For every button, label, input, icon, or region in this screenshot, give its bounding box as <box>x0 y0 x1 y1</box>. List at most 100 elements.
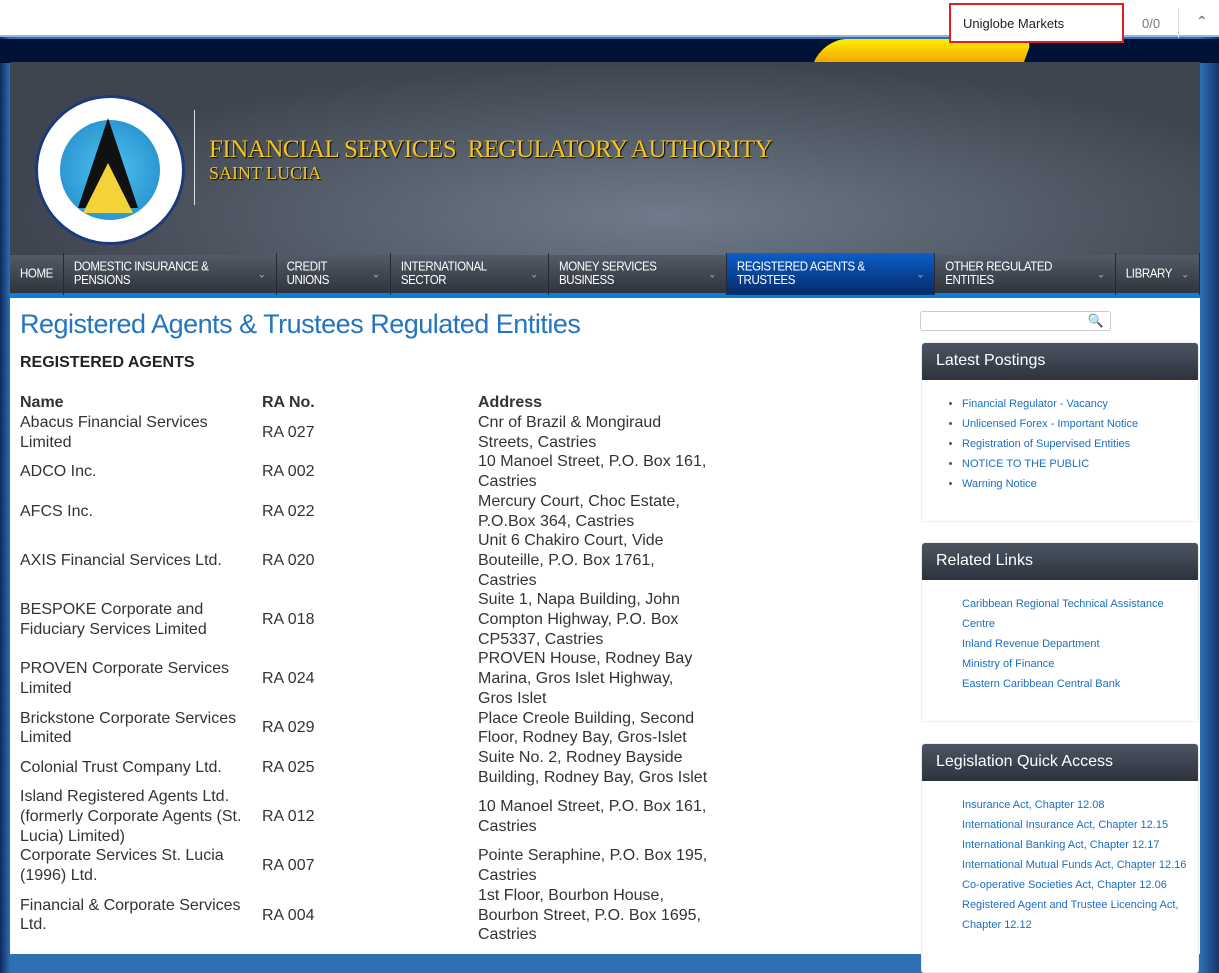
nav-home[interactable]: HOME <box>10 253 64 295</box>
agents-table: Name RA No. Address Abacus Financial Ser… <box>20 393 710 945</box>
sidebar-link[interactable]: International Insurance Act, Chapter 12.… <box>962 819 1168 831</box>
list-item: Registration of Supervised Entities <box>962 434 1198 454</box>
table-row: Colonial Trust Company Ltd. RA 025 Suite N… <box>20 748 710 787</box>
name-cell: Colonial Trust Company Ltd. <box>20 758 222 776</box>
nav-credit-unions[interactable]: CREDIT UNIONS ⌄ <box>277 253 391 295</box>
nav-other-regulated[interactable]: OTHER REGULATED ENTITIES ⌄ <box>935 253 1116 295</box>
nav-label: HOME <box>20 267 53 281</box>
name-cell: Brickstone Corporate Services Limited <box>20 709 237 747</box>
ra-number-cell: RA 029 <box>262 719 315 737</box>
name-cell: AXIS Financial Services Ltd. <box>20 551 222 569</box>
list-item: Caribbean Regional Technical Assistance … <box>962 594 1198 634</box>
divider <box>1178 8 1179 38</box>
nav-international-sector[interactable]: INTERNATIONAL SECTOR ⌄ <box>391 253 550 295</box>
list-item: International Mutual Funds Act, Chapter … <box>962 855 1198 875</box>
sidebar-link[interactable]: International Mutual Funds Act, Chapter … <box>962 859 1186 871</box>
address-cell: Cnr of Brazil & Mongiraud Streets, Castr… <box>478 414 662 451</box>
ra-number-cell: RA 020 <box>262 551 315 569</box>
name-cell: Corporate Services St. Lucia (1996) Ltd. <box>20 847 224 885</box>
name-cell: ADCO Inc. <box>20 463 97 481</box>
search-input[interactable]: 🔍 <box>920 311 1111 331</box>
nav-money-services[interactable]: MONEY SERVICES BUSINESS ⌄ <box>549 253 727 295</box>
name-cell: AFCS Inc. <box>20 502 93 520</box>
name-cell: Island Registered Agents Ltd. (formerly … <box>20 788 242 845</box>
address-cell: PROVEN House, Rodney Bay Marina, Gros Is… <box>478 650 693 707</box>
table-row: ADCO Inc. RA 002 10 Manoel Street, P.O. Bo… <box>20 452 710 491</box>
fsra-logo[interactable] <box>35 95 185 245</box>
main-content: Registered Agents & Trustees Regulated E… <box>10 298 1200 973</box>
panel-title: Legislation Quick Access <box>922 744 1198 781</box>
list-item: Insurance Act, Chapter 12.08 <box>962 795 1198 815</box>
section-heading: REGISTERED AGENTS <box>20 354 195 371</box>
table-row: Financial & Corporate Services Ltd. RA 00… <box>20 886 710 945</box>
chevron-down-icon: ⌄ <box>530 267 539 281</box>
page-title: Registered Agents & Trustees Regulated E… <box>20 309 581 339</box>
list-item: Ministry of Finance <box>962 654 1198 674</box>
list-item: Eastern Caribbean Central Bank <box>962 674 1198 694</box>
chevron-up-icon[interactable]: ⌃ <box>1196 13 1208 30</box>
main-nav: HOME DOMESTIC INSURANCE & PENSIONS ⌄ CRED… <box>10 253 1200 298</box>
sidebar-link[interactable]: Ministry of Finance <box>962 658 1054 670</box>
nav-label: REGISTERED AGENTS & TRUSTEES <box>736 260 865 288</box>
name-cell: Financial & Corporate Services Ltd. <box>20 896 241 934</box>
sidebar-link[interactable]: Registered Agent and Trustee Licencing A… <box>962 899 1178 931</box>
table-row: AFCS Inc. RA 022 Mercury Court, Choc Estat… <box>20 492 710 531</box>
address-cell: Suite 1, Napa Building, John Compton Hig… <box>478 591 680 648</box>
find-match-count: 0/0 <box>1142 16 1161 31</box>
chevron-down-icon: ⌄ <box>257 267 266 281</box>
nav-label: INTERNATIONAL SECTOR <box>400 260 487 288</box>
nav-domestic-insurance[interactable]: DOMESTIC INSURANCE & PENSIONS ⌄ <box>64 253 277 295</box>
ra-number-cell: RA 007 <box>262 857 315 875</box>
sidebar-link[interactable]: Unlicensed Forex - Important Notice <box>962 418 1138 430</box>
chevron-down-icon: ⌄ <box>707 267 716 281</box>
table-row: Brickstone Corporate Services Limited RA … <box>20 709 710 748</box>
nav-label: MONEY SERVICES BUSINESS <box>559 260 657 288</box>
ra-number-cell: RA 002 <box>262 463 315 481</box>
table-row: BESPOKE Corporate and Fiduciary Services… <box>20 590 710 649</box>
sidebar-link[interactable]: Co-operative Societies Act, Chapter 12.0… <box>962 879 1167 891</box>
list-item: Co-operative Societies Act, Chapter 12.0… <box>962 875 1198 895</box>
table-row: AXIS Financial Services Ltd. RA 020 Unit 6… <box>20 531 710 590</box>
address-cell: Suite No. 2, Rodney Bayside Building, Ro… <box>478 748 708 786</box>
find-input[interactable]: Uniglobe Markets <box>949 3 1124 43</box>
nav-label: OTHER REGULATED ENTITIES <box>945 260 1053 288</box>
list-item: Financial Regulator - Vacancy <box>962 394 1198 414</box>
chevron-down-icon: ⌄ <box>916 267 925 281</box>
sidebar-link[interactable]: Warning Notice <box>962 478 1037 490</box>
sidebar-link[interactable]: Caribbean Regional Technical Assistance … <box>962 598 1164 630</box>
legislation-panel: Legislation Quick Access Insurance Act, … <box>921 743 1199 973</box>
chevron-down-icon: ⌄ <box>371 267 380 281</box>
nav-library[interactable]: LIBRARY ⌄ <box>1116 253 1200 295</box>
list-item: International Insurance Act, Chapter 12.… <box>962 815 1198 835</box>
nav-registered-agents[interactable]: REGISTERED AGENTS & TRUSTEES ⌄ <box>726 253 936 295</box>
address-cell: 10 Manoel Street, P.O. Box 161, Castries <box>478 453 707 491</box>
sidebar-link[interactable]: Registration of Supervised Entities <box>962 438 1130 450</box>
chevron-down-icon: ⌄ <box>1096 267 1105 281</box>
sidebar-link[interactable]: Inland Revenue Department <box>962 638 1100 650</box>
address-cell: 10 Manoel Street, P.O. Box 161, Castries <box>478 798 707 835</box>
sidebar-link[interactable]: International Banking Act, Chapter 12.17 <box>962 839 1160 851</box>
address-cell: Unit 6 Chakiro Court, Vide Bouteille, P.… <box>478 532 664 589</box>
panel-title: Latest Postings <box>922 343 1198 380</box>
ra-number-cell: RA 025 <box>262 758 315 776</box>
list-item: Unlicensed Forex - Important Notice <box>962 414 1198 434</box>
sidebar-link[interactable]: Financial Regulator - Vacancy <box>962 398 1108 410</box>
sidebar-link[interactable]: Insurance Act, Chapter 12.08 <box>962 799 1104 811</box>
name-cell: BESPOKE Corporate and Fiduciary Services… <box>20 601 207 638</box>
org-subtitle: SAINT LUCIA <box>209 163 322 183</box>
nav-label: CREDIT UNIONS <box>286 260 330 288</box>
search-icon[interactable]: 🔍 <box>1088 313 1104 329</box>
site-header: FINANCIAL SERVICES REGULATORY AUTHORITY … <box>10 62 1200 255</box>
address-cell: Pointe Seraphine, P.O. Box 195, Castries <box>478 847 708 885</box>
sidebar-link[interactable]: NOTICE TO THE PUBLIC <box>962 458 1089 470</box>
name-cell: Abacus Financial Services Limited <box>20 414 208 451</box>
chevron-down-icon: ⌄ <box>1181 267 1189 281</box>
divider <box>194 110 195 205</box>
ra-number-cell: RA 012 <box>262 808 315 826</box>
sidebar-link[interactable]: Eastern Caribbean Central Bank <box>962 678 1120 690</box>
ra-number-cell: RA 022 <box>262 502 315 520</box>
list-item: Inland Revenue Department <box>962 634 1198 654</box>
name-cell: PROVEN Corporate Services Limited <box>20 660 229 697</box>
org-name: FINANCIAL SERVICES REGULATORY AUTHORITY <box>209 136 773 163</box>
address-cell: Mercury Court, Choc Estate, P.O.Box 364,… <box>478 492 680 530</box>
